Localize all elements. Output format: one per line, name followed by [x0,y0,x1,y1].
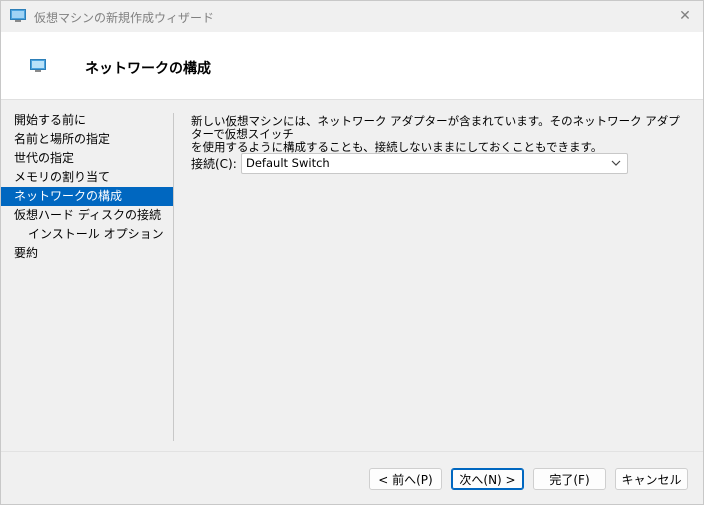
connection-select-value: Default Switch [246,156,330,170]
close-button[interactable]: ✕ [673,5,697,27]
footer-divider [1,451,703,452]
wizard-window: 仮想マシンの新規作成ウィザード ✕ ネットワークの構成 開始する前に 名前と場所… [0,0,704,505]
window-title: 仮想マシンの新規作成ウィザード [34,11,215,25]
connection-label: 接続(C): [191,157,237,171]
header-band: ネットワークの構成 [1,32,703,99]
chevron-down-icon [611,160,621,166]
sidebar-item-networking[interactable]: ネットワークの構成 [1,187,173,206]
page-title: ネットワークの構成 [85,61,211,77]
monitor-icon [30,59,46,72]
sidebar-item-summary[interactable]: 要約 [1,244,173,263]
next-button[interactable]: 次へ(N) > [451,468,524,490]
back-button[interactable]: < 前へ(P) [369,468,442,490]
sidebar-item-virtual-hard-disk[interactable]: 仮想ハード ディスクの接続 [1,206,173,225]
sidebar-divider [173,113,174,441]
sidebar-item-name-location[interactable]: 名前と場所の指定 [1,130,173,149]
title-bar: 仮想マシンの新規作成ウィザード ✕ [1,1,703,32]
description-line-1: 新しい仮想マシンには、ネットワーク アダプターが含まれています。そのネットワーク… [191,114,680,141]
sidebar-item-memory[interactable]: メモリの割り当て [1,168,173,187]
finish-button[interactable]: 完了(F) [533,468,606,490]
wizard-steps-nav: 開始する前に 名前と場所の指定 世代の指定 メモリの割り当て ネットワークの構成… [1,111,173,263]
cancel-button[interactable]: キャンセル [615,468,688,490]
monitor-icon [10,9,26,22]
description-text: 新しい仮想マシンには、ネットワーク アダプターが含まれています。そのネットワーク… [191,115,686,154]
close-icon: ✕ [679,8,691,24]
content-pane: 新しい仮想マシンには、ネットワーク アダプターが含まれています。そのネットワーク… [191,115,686,174]
sidebar-item-generation[interactable]: 世代の指定 [1,149,173,168]
connection-select[interactable]: Default Switch [241,153,628,174]
sidebar-item-installation-options[interactable]: インストール オプション [1,225,173,244]
sidebar-item-before-you-begin[interactable]: 開始する前に [1,111,173,130]
header-divider [1,99,703,100]
connection-row: 接続(C): Default Switch [191,153,628,174]
